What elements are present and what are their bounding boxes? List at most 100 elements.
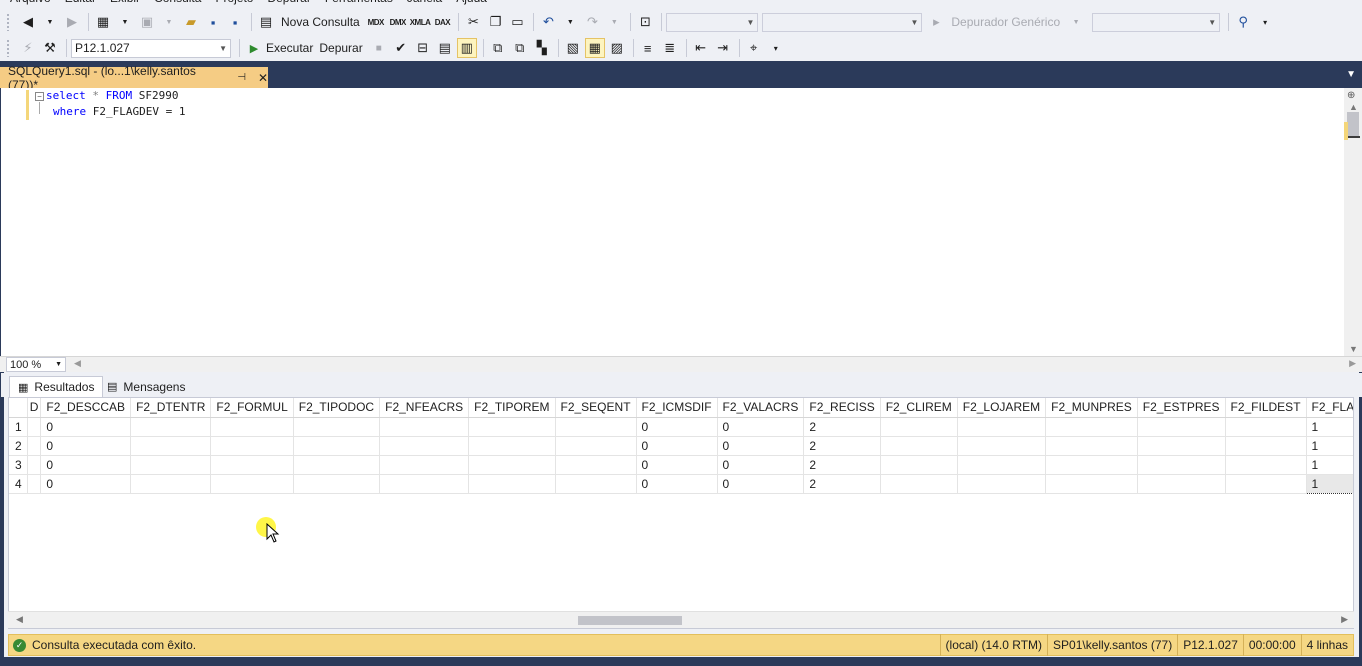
- table-cell[interactable]: [957, 436, 1047, 456]
- column-header[interactable]: F2_DTENTR: [130, 398, 212, 418]
- table-cell[interactable]: [1045, 417, 1138, 437]
- scroll-down-icon[interactable]: ▼: [1349, 344, 1358, 354]
- back-dropdown-icon[interactable]: ▼: [40, 12, 60, 32]
- table-cell[interactable]: [957, 417, 1047, 437]
- scroll-thumb[interactable]: [578, 616, 682, 625]
- include-actual-plan-icon[interactable]: ▧: [563, 38, 583, 58]
- paste-icon[interactable]: ▭: [507, 12, 527, 32]
- menu-item[interactable]: Depurar: [267, 0, 324, 5]
- column-header[interactable]: D: [27, 398, 42, 418]
- query-options-icon[interactable]: ▤: [435, 38, 455, 58]
- client-statistics-icon[interactable]: ▨: [607, 38, 627, 58]
- table-cell[interactable]: [210, 436, 294, 456]
- database-select[interactable]: P12.1.027 ▼: [71, 38, 231, 58]
- table-cell[interactable]: [293, 436, 381, 456]
- column-header[interactable]: F2_FORMUL: [210, 398, 294, 418]
- table-cell[interactable]: [27, 436, 42, 456]
- table-cell[interactable]: 2: [803, 455, 881, 475]
- dax-query-button[interactable]: DAX: [432, 12, 452, 32]
- table-cell[interactable]: 0: [717, 474, 805, 494]
- row-number[interactable]: 4: [9, 474, 28, 494]
- table-cell[interactable]: [880, 417, 958, 437]
- tab-sqlquery1[interactable]: SQLQuery1.sql - (lo...1\kelly.santos (77…: [0, 64, 268, 92]
- scroll-up-icon[interactable]: ▲: [1349, 102, 1358, 112]
- table-cell[interactable]: [293, 455, 381, 475]
- table-cell[interactable]: [379, 455, 470, 475]
- forward-icon[interactable]: ▶: [62, 12, 82, 32]
- new-project-dropdown-icon[interactable]: ▼: [115, 12, 135, 32]
- tab-results[interactable]: ▦ Resultados: [9, 376, 104, 397]
- column-header[interactable]: F2_RECISS: [803, 398, 881, 418]
- table-cell[interactable]: [130, 455, 212, 475]
- table-cell[interactable]: [130, 417, 212, 437]
- copy-icon[interactable]: ❐: [485, 12, 505, 32]
- menu-item[interactable]: Ajuda: [456, 0, 501, 5]
- table-cell[interactable]: [1225, 436, 1307, 456]
- table-cell[interactable]: 0: [717, 455, 805, 475]
- mdx-query-button[interactable]: MDX: [366, 12, 386, 32]
- increase-indent-icon[interactable]: ⇥: [713, 38, 733, 58]
- cancel-query-icon[interactable]: ■: [369, 38, 389, 58]
- collapse-icon[interactable]: −: [35, 92, 44, 101]
- table-cell[interactable]: 1: [1306, 417, 1353, 437]
- cut-icon[interactable]: ✂: [463, 12, 483, 32]
- scroll-right-icon[interactable]: ▶: [1341, 614, 1348, 625]
- table-cell[interactable]: [468, 474, 556, 494]
- table-cell[interactable]: [130, 436, 212, 456]
- zoom-select[interactable]: 100 % ▼: [6, 357, 66, 372]
- new-query-icon[interactable]: ▤: [256, 12, 276, 32]
- table-cell[interactable]: 2: [803, 417, 881, 437]
- table-cell[interactable]: 0: [40, 474, 132, 494]
- solution-config-select[interactable]: ▼: [666, 12, 759, 32]
- table-cell[interactable]: [27, 474, 42, 494]
- activity-monitor-icon[interactable]: ⊡: [635, 12, 655, 32]
- table-cell[interactable]: 0: [636, 417, 718, 437]
- column-header[interactable]: F2_NFEACRS: [379, 398, 470, 418]
- specify-template-values-icon[interactable]: ⌖: [744, 38, 764, 58]
- redo-icon[interactable]: ↷: [582, 12, 602, 32]
- table-cell[interactable]: 0: [636, 474, 718, 494]
- display-estimated-plan-icon[interactable]: ⊟: [413, 38, 433, 58]
- split-editor-icon[interactable]: ⊕: [1347, 90, 1355, 101]
- editor-vertical-scrollbar[interactable]: ⊕ ▲ ▼: [1344, 88, 1362, 356]
- new-query-button[interactable]: Nova Consulta: [281, 15, 360, 29]
- menu-item[interactable]: Janela: [407, 0, 456, 5]
- table-cell[interactable]: [880, 474, 958, 494]
- scroll-left-icon[interactable]: ◀: [16, 614, 23, 625]
- table-cell[interactable]: [1137, 417, 1226, 437]
- menu-item[interactable]: Editar: [65, 0, 110, 5]
- table-cell[interactable]: [1137, 474, 1226, 494]
- toolbar-grip[interactable]: [6, 13, 10, 31]
- row-number[interactable]: 2: [9, 436, 28, 456]
- scroll-left-icon[interactable]: ◀: [74, 358, 81, 369]
- find-combo[interactable]: ▼: [1092, 12, 1221, 32]
- table-cell[interactable]: [293, 417, 381, 437]
- table-cell[interactable]: 0: [717, 436, 805, 456]
- uncomment-icon[interactable]: ≣: [660, 38, 680, 58]
- table-cell[interactable]: 1: [1305, 473, 1353, 494]
- table-cell[interactable]: [379, 417, 470, 437]
- table-cell[interactable]: [210, 474, 294, 494]
- debugger-dropdown-icon[interactable]: ▼: [1066, 12, 1086, 32]
- xmla-query-button[interactable]: XMLA: [410, 12, 431, 32]
- grid-horizontal-scrollbar[interactable]: ◀ ▶: [8, 611, 1354, 628]
- table-cell[interactable]: 0: [40, 436, 132, 456]
- column-header[interactable]: F2_SEQENT: [555, 398, 637, 418]
- query-editor[interactable]: − select * FROM SF2990 where F2_FLAGDEV …: [0, 88, 1362, 356]
- table-cell[interactable]: [1225, 417, 1307, 437]
- toolbar-grip[interactable]: [6, 39, 10, 57]
- analyze-query-icon[interactable]: ⧉: [510, 38, 530, 58]
- table-cell[interactable]: [957, 474, 1047, 494]
- table-cell[interactable]: 2: [803, 474, 881, 494]
- find-in-files-icon[interactable]: ⚲: [1233, 12, 1253, 32]
- comment-out-icon[interactable]: ≡: [638, 38, 658, 58]
- table-cell[interactable]: [1045, 436, 1138, 456]
- table-cell[interactable]: [555, 455, 637, 475]
- menu-item[interactable]: Exibir: [110, 0, 154, 5]
- live-query-stats-icon[interactable]: ▦: [584, 38, 605, 58]
- execute-button[interactable]: Executar: [266, 41, 313, 55]
- table-cell[interactable]: 0: [40, 455, 132, 475]
- tab-messages[interactable]: ▤ Mensagens: [99, 376, 193, 397]
- table-cell[interactable]: [210, 417, 294, 437]
- undo-dropdown-icon[interactable]: ▼: [560, 12, 580, 32]
